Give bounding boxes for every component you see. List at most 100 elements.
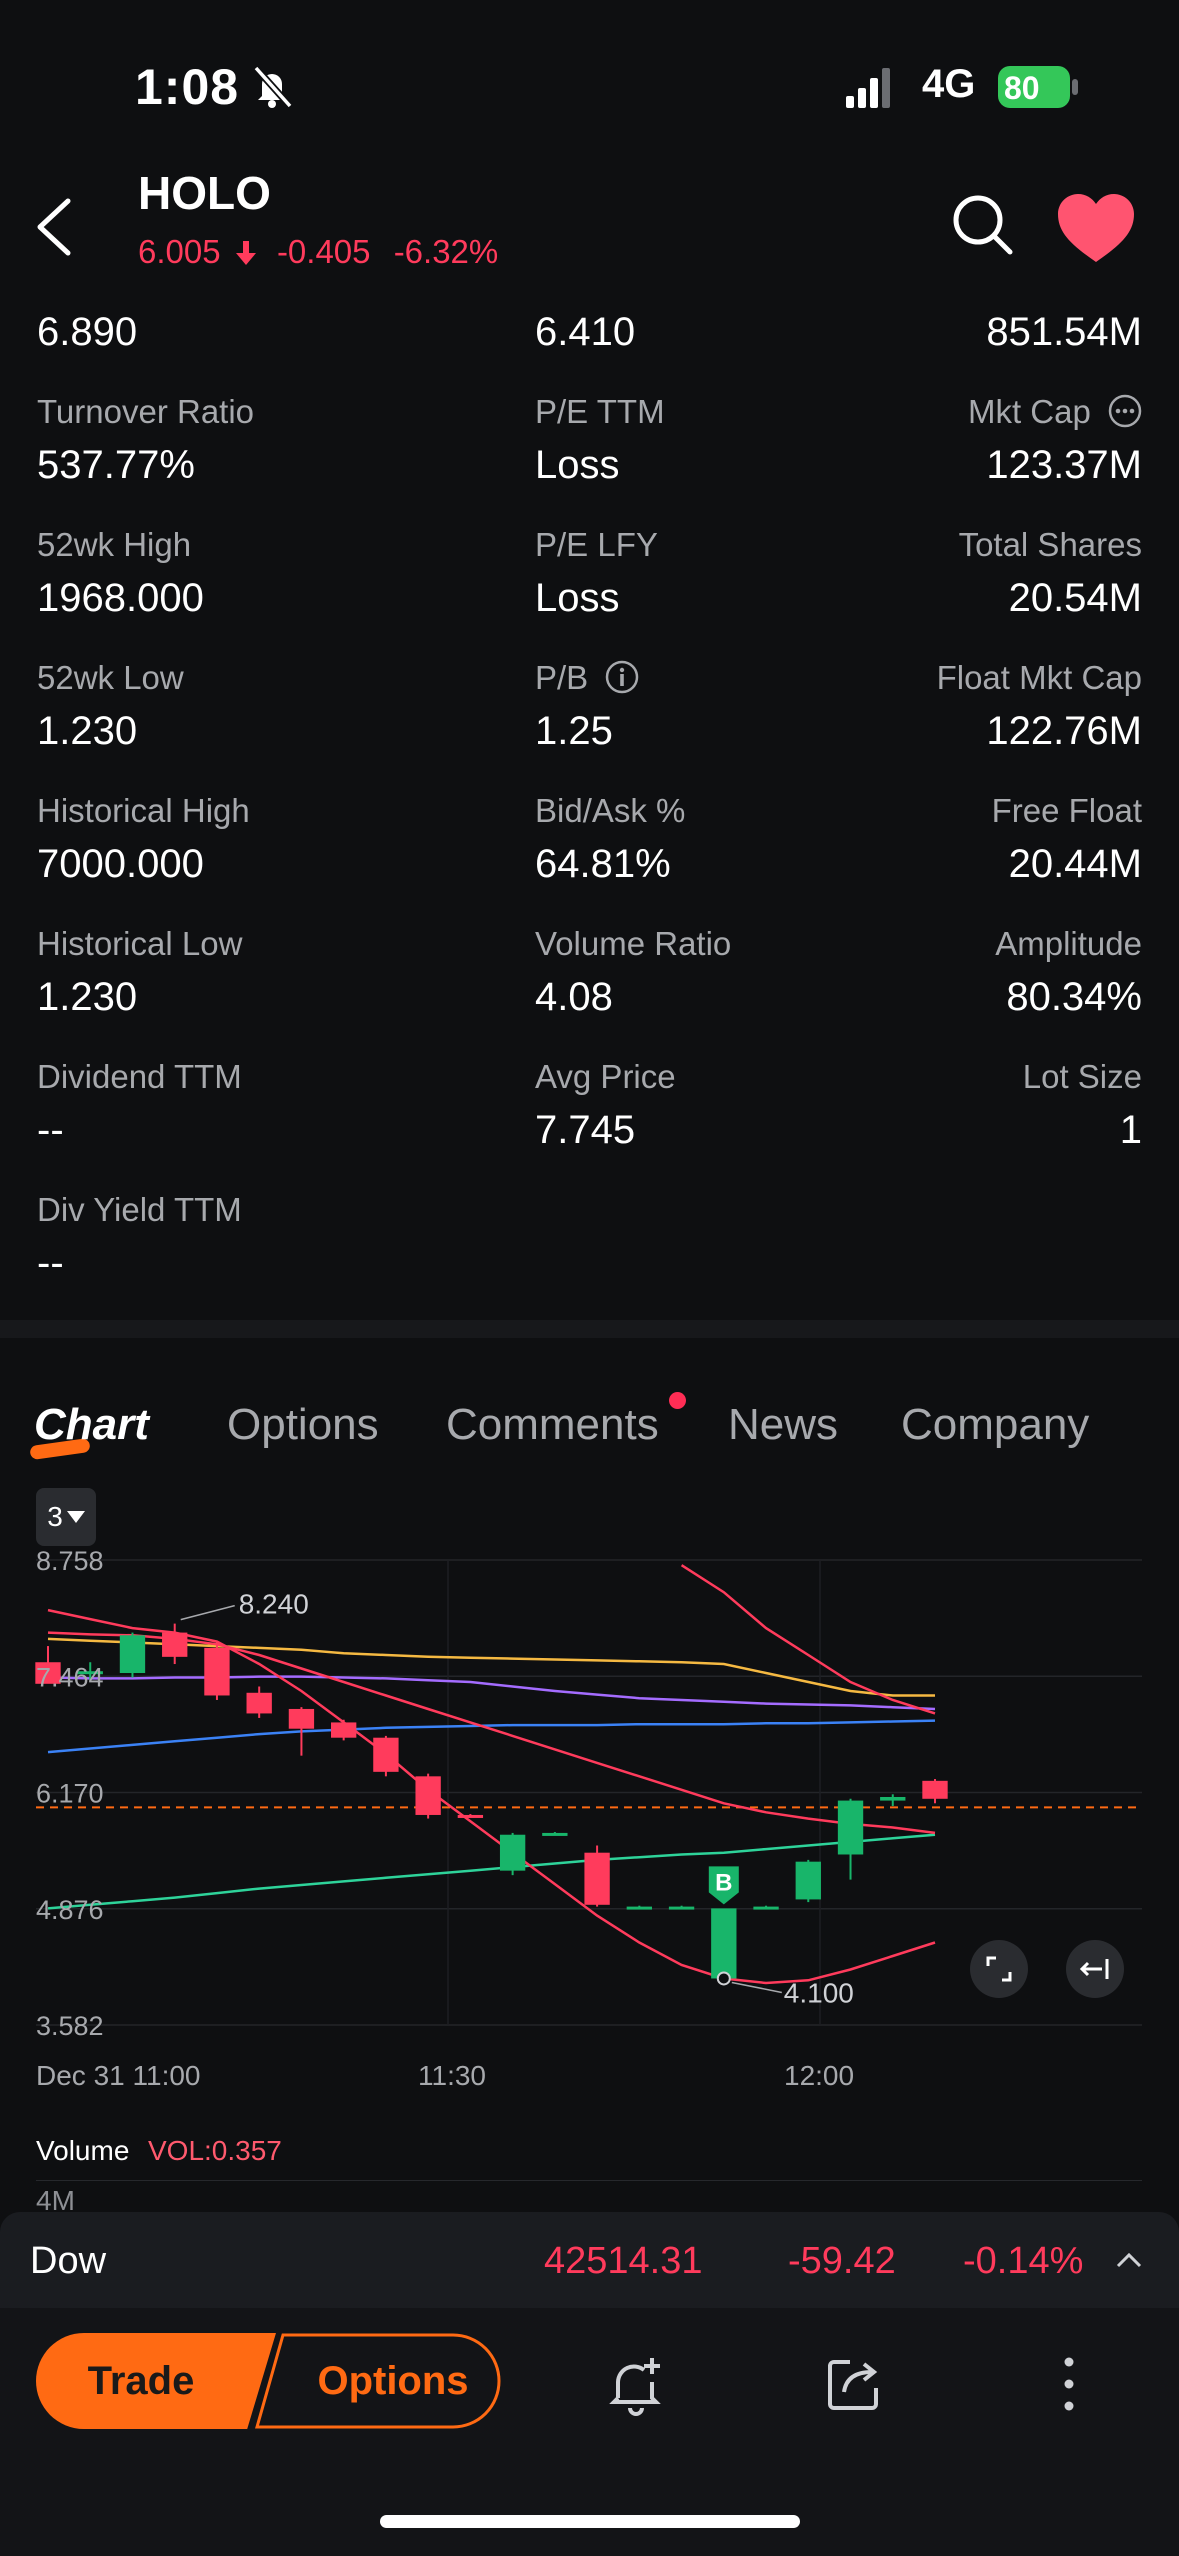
candle-body (204, 1647, 230, 1696)
stat-label: Div Yield TTM (37, 1191, 242, 1228)
tab-company[interactable]: Company (901, 1400, 1089, 1450)
section-divider (0, 1320, 1179, 1338)
stat-value: 1.230 (37, 975, 138, 1019)
index-name: Dow (30, 2240, 107, 2282)
back-arrow-icon[interactable] (30, 195, 80, 259)
info-icon[interactable] (605, 660, 639, 694)
tab-chart[interactable]: Chart (34, 1400, 149, 1450)
volume-gridline (36, 2180, 1142, 2181)
options-button[interactable]: Options (255, 2333, 501, 2429)
stat-label: Volume Ratio (535, 925, 732, 962)
stat-value: 6.410 (535, 310, 636, 354)
stat-label: Dividend TTM (37, 1058, 242, 1095)
index-change-pct: -0.14% (963, 2240, 1084, 2282)
signal-icon (846, 68, 890, 108)
stat-label: P/E TTM (535, 393, 665, 430)
index-change: -59.42 (788, 2240, 896, 2282)
y-axis-tick: 7.464 (36, 1662, 104, 1692)
stat-value: 20.54M (1008, 576, 1142, 620)
index-price: 42514.31 (544, 2240, 703, 2282)
quote-summary: 6.005 -0.405 -6.32% (138, 233, 498, 271)
low-label-leader (731, 1981, 782, 1994)
candle-body (246, 1692, 272, 1714)
stat-label: Amplitude (995, 925, 1142, 962)
indicator-line (47, 1719, 936, 1754)
x-axis-tick: 11:30 (418, 2060, 486, 2091)
y-axis-tick: 3.582 (36, 2011, 104, 2041)
tab-comments[interactable]: Comments (446, 1400, 659, 1450)
tab-options[interactable]: Options (227, 1400, 379, 1450)
indicator-line (47, 1631, 936, 1835)
tab-news[interactable]: News (728, 1400, 838, 1450)
stat-label: Bid/Ask % (535, 792, 686, 829)
candle-body (119, 1635, 146, 1674)
indicator-line (680, 1564, 936, 1715)
more-info-icon[interactable] (1108, 394, 1142, 428)
high-price-label: 8.240 (239, 1589, 309, 1620)
stat-label: Lot Size (1022, 1058, 1142, 1095)
trade-button[interactable]: Trade (36, 2333, 276, 2429)
notification-dot (669, 1392, 686, 1409)
pb-label: P/B (535, 659, 639, 697)
stat-value: 64.81% (535, 842, 671, 886)
indicator-line (47, 1608, 936, 1985)
stat-value: 1968.000 (37, 576, 204, 620)
stat-value: 123.37M (986, 443, 1142, 487)
search-icon[interactable] (950, 192, 1014, 256)
candle-body (373, 1737, 399, 1772)
price-change: -0.405 (276, 233, 371, 270)
expand-icon (986, 1956, 1012, 1982)
stat-label: 52wk High (37, 526, 192, 563)
candle-body (584, 1852, 610, 1905)
watchlist-heart-icon[interactable] (1056, 192, 1136, 264)
candle-body (753, 1906, 779, 1910)
candle-body (542, 1832, 568, 1836)
stat-value: Loss (535, 576, 620, 620)
price-change-pct: -6.32% (393, 233, 499, 270)
y-axis-tick: 8.758 (36, 1546, 104, 1576)
candle-body (457, 1814, 484, 1818)
fullscreen-button[interactable] (970, 1940, 1028, 1998)
candle-body (330, 1722, 357, 1738)
candle-body (288, 1708, 315, 1729)
jump-to-latest-button[interactable] (1066, 1940, 1124, 1998)
x-axis-tick: Dec 31 11:00 (36, 2060, 201, 2091)
x-axis-tick: 12:00 (784, 2060, 855, 2091)
stat-value: 851.54M (986, 310, 1142, 354)
stat-value: 7000.000 (37, 842, 204, 886)
volume-value: VOL:0.357 (148, 2135, 282, 2166)
battery-icon: 80 (998, 66, 1078, 108)
low-point-marker (716, 1971, 731, 1986)
stat-value: 4.08 (535, 975, 613, 1019)
more-vertical-icon[interactable] (1052, 2352, 1086, 2416)
stat-label: Float Mkt Cap (936, 659, 1142, 696)
stat-value: 20.44M (1008, 842, 1142, 886)
stat-value: -- (37, 1108, 64, 1152)
arrow-to-line-icon (1079, 1959, 1109, 1979)
low-price-label: 4.100 (784, 1977, 854, 2008)
high-label-leader (180, 1604, 235, 1621)
stat-value: -- (37, 1241, 64, 1285)
candle-body (837, 1800, 864, 1855)
candle-body (626, 1906, 653, 1910)
price-chart[interactable]: 8.758 7.464 6.170 4.876 3.582 8.240 4.100 B (0, 1530, 1179, 2110)
stat-value: 6.890 (37, 310, 138, 354)
stat-label: Turnover Ratio (37, 393, 255, 430)
stat-label: Free Float (991, 792, 1142, 829)
last-price: 6.005 (138, 233, 221, 270)
status-time: 1:08 (135, 59, 240, 115)
stat-value: 80.34% (1006, 975, 1142, 1019)
candle-body (922, 1780, 948, 1799)
price-alert-icon[interactable] (604, 2352, 668, 2416)
stat-label: Historical Low (37, 925, 243, 962)
network-type: 4G (922, 62, 976, 106)
chevron-up-icon[interactable] (1114, 2248, 1144, 2272)
ticker-symbol: HOLO (138, 167, 271, 219)
candle-body (162, 1632, 188, 1657)
share-icon[interactable] (822, 2352, 886, 2416)
stat-label: P/E LFY (535, 526, 658, 563)
candle-body (499, 1834, 526, 1871)
mkt-cap-label: Mkt Cap (968, 393, 1142, 431)
stat-label: Total Shares (958, 526, 1142, 563)
stat-label: 52wk Low (37, 659, 184, 696)
